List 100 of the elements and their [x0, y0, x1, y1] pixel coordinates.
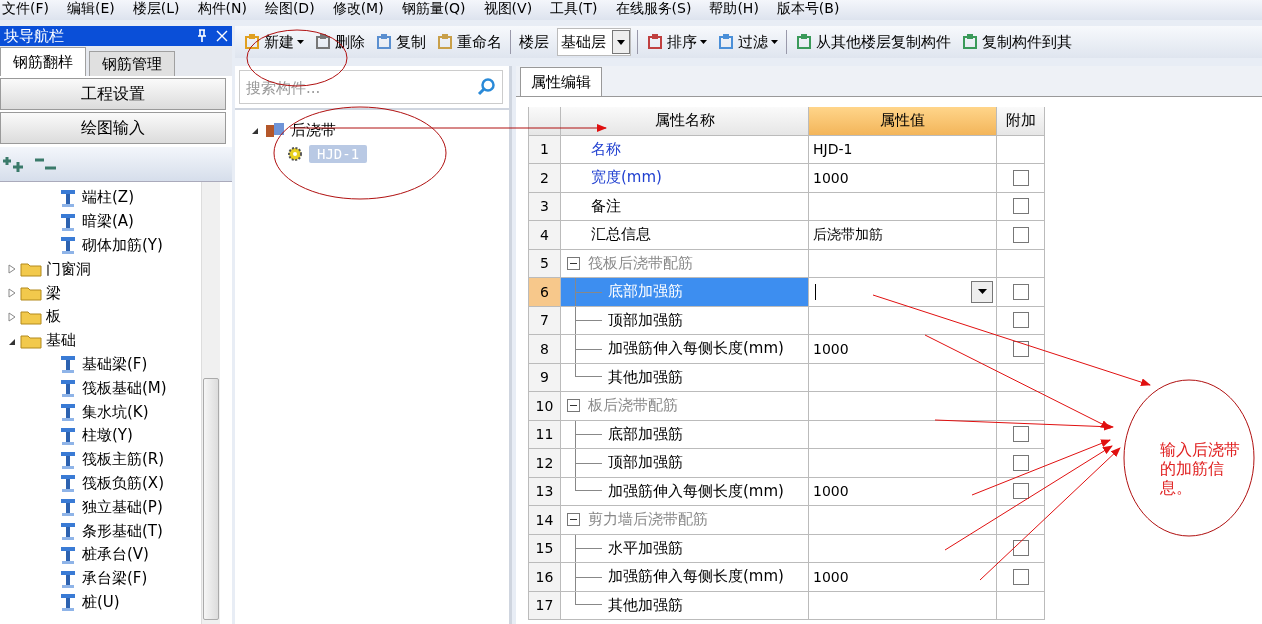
row-number: 11 — [529, 420, 561, 449]
toolbar-button[interactable]: 复制构件到其 — [959, 30, 1074, 54]
tree-item[interactable]: 门窗洞 — [0, 257, 201, 282]
component-icon — [58, 568, 78, 589]
menu-item[interactable]: 文件(F) — [2, 0, 49, 16]
property-name: 汇总信息 — [590, 225, 651, 245]
checkbox[interactable] — [1012, 169, 1029, 186]
toolbar-button[interactable]: 重命名 — [434, 30, 504, 54]
close-icon[interactable] — [216, 30, 228, 42]
collapse-arrow-icon[interactable] — [8, 337, 16, 346]
tree-item[interactable]: 集水坑(K) — [0, 400, 201, 424]
tab[interactable]: 钢筋翻样 — [0, 47, 86, 76]
tree-item[interactable]: 筏板主筋(R) — [0, 447, 201, 472]
tree-item[interactable]: 桩承台(V) — [0, 542, 201, 567]
tree-item-label: 独立基础(P) — [82, 497, 163, 517]
tree-item[interactable]: 承台梁(F) — [0, 566, 201, 591]
tree-item[interactable]: 独立基础(P) — [0, 495, 201, 520]
tree-item-label: 板 — [46, 307, 61, 327]
property-name: 加强筋伸入每侧长度(mm) — [607, 567, 784, 587]
menu-item[interactable]: 视图(V) — [483, 0, 533, 16]
toolbar-icon — [314, 33, 332, 51]
search-icon[interactable] — [477, 77, 497, 97]
row-number: 16 — [529, 563, 561, 592]
toolbar-icon — [243, 33, 261, 51]
checkbox[interactable] — [1012, 540, 1029, 557]
checkbox[interactable] — [1012, 283, 1029, 300]
tree-item[interactable]: 后浇带 — [251, 118, 509, 142]
folder-icon — [20, 308, 42, 325]
row-number: 3 — [529, 192, 561, 221]
dropdown-button[interactable] — [971, 280, 993, 303]
tree-item-label: 桩(U) — [82, 592, 120, 612]
component-icon — [58, 378, 78, 399]
collapse-icon[interactable] — [567, 256, 580, 270]
floor-select[interactable]: 基础层 — [557, 28, 631, 56]
tree-item[interactable]: 板 — [0, 305, 201, 329]
property-name: 加强筋伸入每侧长度(mm) — [607, 481, 784, 501]
tree-item[interactable]: 条形基础(T) — [0, 519, 201, 543]
menu-item[interactable]: 编辑(E) — [67, 0, 115, 16]
scrollbar-thumb[interactable] — [203, 378, 219, 620]
checkbox[interactable] — [1012, 426, 1029, 443]
menu-item[interactable]: 工具(T) — [550, 0, 598, 16]
property-name: 底部加强筋 — [607, 282, 683, 302]
tree-item[interactable]: 砌体加筋(Y) — [0, 233, 201, 258]
checkbox[interactable] — [1012, 312, 1029, 329]
menu-item[interactable]: 钢筋量(Q) — [401, 0, 466, 16]
checkbox[interactable] — [1012, 340, 1029, 357]
tree-item[interactable]: 基础 — [0, 328, 201, 353]
menu-item[interactable]: 帮助(H) — [709, 0, 759, 16]
tree-item[interactable]: 筏板负筋(X) — [0, 471, 201, 496]
property-value: 1000 — [809, 164, 997, 193]
gear-icon — [287, 146, 303, 162]
toolbar-icon — [436, 33, 454, 51]
checkbox[interactable] — [1012, 483, 1029, 500]
pin-icon[interactable] — [196, 29, 208, 43]
toolbar-button[interactable]: 新建 — [241, 30, 306, 54]
expand-arrow-icon[interactable] — [8, 311, 16, 322]
section-button[interactable]: 工程设置 — [0, 78, 226, 110]
collapse-arrow-icon[interactable] — [251, 127, 259, 135]
checkbox[interactable] — [1012, 198, 1029, 215]
component-icon — [58, 449, 78, 470]
tree-item[interactable]: 桩(U) — [0, 590, 201, 615]
expand-arrow-icon[interactable] — [8, 264, 16, 275]
menu-item[interactable]: 楼层(L) — [132, 0, 180, 16]
dropdown-button[interactable] — [612, 30, 630, 54]
toolbar-button[interactable]: 从其他楼层复制构件 — [793, 30, 953, 54]
toolbar-button[interactable]: 过滤 — [715, 30, 780, 54]
scrollbar[interactable] — [201, 182, 220, 624]
tree-item[interactable]: 柱墩(Y) — [0, 423, 201, 448]
menu-item[interactable]: 修改(M) — [332, 0, 384, 16]
menu-item[interactable]: 在线服务(S) — [615, 0, 692, 16]
tree-item[interactable]: 筏板基础(M) — [0, 376, 201, 401]
caret-icon — [771, 40, 778, 44]
property-value: HJD-1 — [809, 135, 997, 164]
toolbar-icon — [717, 33, 735, 51]
tab[interactable]: 钢筋管理 — [89, 51, 175, 76]
tree-item[interactable]: 暗梁(A) — [0, 209, 201, 234]
checkbox[interactable] — [1012, 226, 1029, 243]
tab[interactable]: 属性编辑 — [520, 67, 602, 96]
tree-item[interactable]: 基础梁(F) — [0, 352, 201, 377]
expand-all-icon[interactable] — [2, 154, 26, 174]
collapse-icon[interactable] — [567, 513, 580, 527]
component-icon — [58, 402, 78, 423]
checkbox[interactable] — [1012, 454, 1029, 471]
collapse-icon[interactable] — [567, 399, 580, 413]
folder-icon — [20, 332, 42, 349]
expand-arrow-icon[interactable] — [8, 288, 16, 299]
toolbar-button[interactable]: 删除 — [312, 30, 367, 54]
menu-item[interactable]: 构件(N) — [197, 0, 247, 16]
component-icon — [58, 235, 78, 256]
tree-item[interactable]: 梁 — [0, 281, 201, 305]
toolbar-button[interactable]: 复制 — [373, 30, 428, 54]
toolbar-button[interactable]: 排序 — [644, 30, 709, 54]
row-number: 7 — [529, 306, 561, 335]
menu-item[interactable]: 绘图(D) — [264, 0, 315, 16]
row-number: 10 — [529, 392, 561, 421]
tree-item[interactable]: 端柱(Z) — [0, 186, 201, 210]
checkbox[interactable] — [1012, 568, 1029, 585]
section-button[interactable]: 绘图输入 — [0, 112, 226, 144]
toolbar-icon — [646, 33, 664, 51]
menu-item[interactable]: 版本号(B) — [776, 0, 840, 16]
